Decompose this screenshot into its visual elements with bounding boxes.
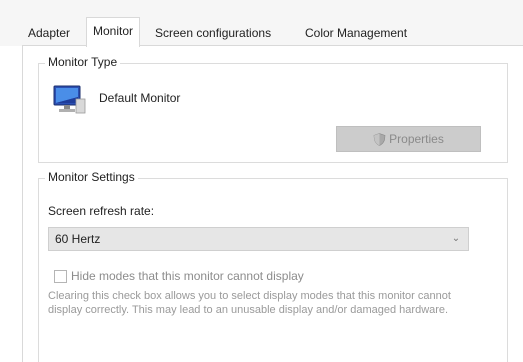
monitor-name: Default Monitor [99, 91, 181, 105]
tab-screen-configurations[interactable]: Screen configurations [149, 22, 277, 46]
monitor-type-group: Monitor Type Default Monitor Properties [38, 55, 508, 163]
properties-button-label: Properties [389, 132, 444, 146]
monitor-icon [53, 85, 86, 114]
monitor-settings-group: Monitor Settings Screen refresh rate: 60… [38, 170, 508, 362]
tab-adapter[interactable]: Adapter [22, 22, 76, 46]
tab-monitor[interactable]: Monitor [86, 17, 141, 47]
hide-modes-option[interactable]: Hide modes that this monitor cannot disp… [54, 269, 304, 283]
properties-button[interactable]: Properties [336, 126, 481, 152]
shield-icon [373, 132, 386, 146]
hide-modes-checkbox[interactable] [54, 269, 67, 283]
chevron-down-icon: ⌄ [451, 233, 461, 244]
refresh-rate-dropdown[interactable]: 60 Hertz ⌄ [48, 227, 469, 251]
monitor-settings-title: Monitor Settings [45, 170, 138, 184]
monitor-tab-panel: Monitor Type Default Monitor Properties … [22, 46, 523, 362]
monitor-type-title: Monitor Type [45, 55, 121, 69]
refresh-rate-value: 60 Hertz [55, 232, 101, 246]
refresh-rate-label: Screen refresh rate: [48, 204, 155, 218]
tab-color-management[interactable]: Color Management [299, 22, 413, 46]
hide-modes-description: Clearing this check box allows you to se… [48, 290, 451, 316]
hide-modes-label: Hide modes that this monitor cannot disp… [71, 269, 304, 283]
tab-strip: Adapter Monitor Screen configurations Co… [0, 0, 523, 47]
